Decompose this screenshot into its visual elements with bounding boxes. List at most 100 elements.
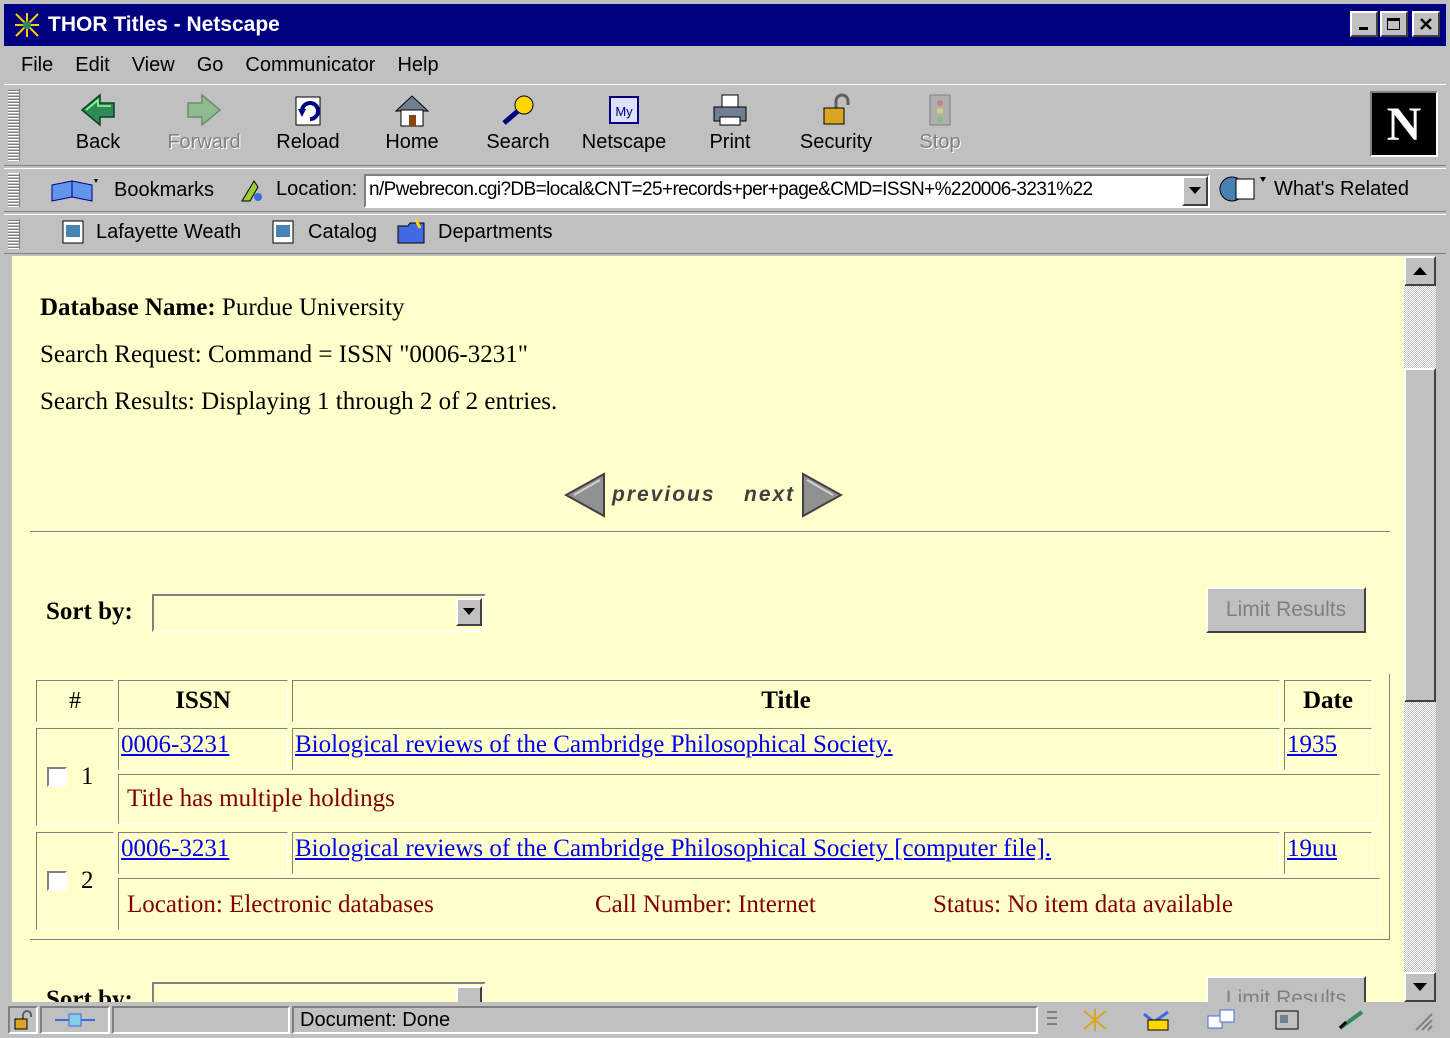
home-label: Home — [385, 131, 439, 153]
search-icon — [502, 95, 534, 125]
previous-link[interactable]: previous — [564, 472, 716, 518]
svg-text:My: My — [615, 104, 633, 119]
row-1-issn-link[interactable]: 0006-3231 — [121, 731, 229, 759]
limit-results-button[interactable]: Limit Results — [1206, 587, 1366, 633]
home-button[interactable]: Home — [362, 91, 462, 161]
scroll-up-button[interactable] — [1404, 256, 1436, 286]
stop-button[interactable]: Stop — [890, 91, 990, 161]
menu-communicator[interactable]: Communicator — [234, 54, 386, 77]
page-content: Database Name: Purdue University Search … — [12, 256, 1404, 1002]
toolbar-grip[interactable] — [8, 89, 20, 161]
security-status[interactable] — [8, 1006, 38, 1034]
row-2-status: Status: No item data available — [933, 891, 1233, 918]
netscape-button[interactable]: My Netscape — [574, 91, 674, 161]
next-link[interactable]: next — [744, 472, 844, 518]
sort-by-select-bottom[interactable] — [152, 982, 486, 1002]
component-bar-grip[interactable] — [1044, 1008, 1060, 1032]
row-2-title-link[interactable]: Biological reviews of the Cambridge Phil… — [295, 835, 1051, 863]
results-table: # ISSN Title Date 1 0006-3231 Biological… — [30, 674, 1390, 940]
forward-button[interactable]: Forward — [154, 91, 254, 161]
location-toolbar: Bookmarks Location: n/Pwebrecon.cgi?DB=l… — [4, 168, 1446, 212]
netscape-logo[interactable]: N — [1370, 91, 1438, 157]
reload-button[interactable]: Reload — [258, 91, 358, 161]
maximize-button[interactable] — [1380, 11, 1408, 37]
home-icon — [394, 95, 430, 127]
row-1-title-cell: Biological reviews of the Cambridge Phil… — [292, 728, 1280, 770]
menu-bar: File Edit View Go Communicator Help — [4, 48, 1446, 82]
row-1-date-cell: 1935 — [1284, 728, 1372, 770]
limit-results-button-bottom[interactable]: Limit Results — [1206, 976, 1366, 1002]
back-label: Back — [75, 131, 121, 153]
minimize-button[interactable] — [1350, 11, 1378, 37]
netscape-app-icon[interactable] — [12, 10, 42, 40]
menu-help[interactable]: Help — [386, 54, 449, 77]
print-button[interactable]: Print — [680, 91, 780, 161]
whats-related-button[interactable]: What's Related — [1218, 173, 1409, 205]
header-num: # — [36, 680, 114, 722]
location-dropdown-button[interactable] — [1182, 176, 1208, 206]
menu-file[interactable]: File — [10, 54, 64, 77]
padlock-icon — [14, 1010, 32, 1030]
sort-by-label: Sort by: — [46, 598, 133, 625]
header-date: Date — [1284, 680, 1372, 722]
bookmark-lafayette-weather[interactable]: Lafayette Weath — [62, 220, 241, 244]
bookmarks-icon — [51, 179, 98, 202]
composer-icon[interactable] — [1336, 1008, 1370, 1032]
reload-icon — [295, 96, 321, 126]
back-button[interactable]: Back — [48, 91, 148, 161]
row-2-date-link[interactable]: 19uu — [1287, 835, 1337, 863]
discussion-icon[interactable] — [1204, 1008, 1238, 1032]
sort-dropdown-button-bottom[interactable] — [456, 986, 482, 1002]
database-name-value: Purdue University — [221, 294, 405, 321]
left-triangle-icon — [564, 472, 605, 518]
scroll-down-button[interactable] — [1404, 972, 1436, 1002]
bookmarks-button[interactable]: Bookmarks — [48, 175, 214, 205]
arrow-up-icon — [1413, 267, 1427, 275]
netscape-label: Netscape — [581, 131, 667, 153]
sort-by-select[interactable] — [152, 594, 486, 632]
window-title: THOR Titles - Netscape — [48, 13, 280, 36]
row-1-issn-cell: 0006-3231 — [118, 728, 288, 770]
bookmark-catalog[interactable]: Catalog — [272, 220, 377, 244]
vertical-scrollbar[interactable] — [1404, 256, 1436, 1002]
mail-icon[interactable] — [1140, 1008, 1174, 1032]
component-bar — [1044, 1006, 1444, 1034]
close-button[interactable] — [1412, 11, 1440, 37]
row-1-date-link[interactable]: 1935 — [1287, 731, 1337, 759]
toolbar-grip[interactable] — [8, 219, 20, 249]
bookmark-label: Lafayette Weath — [96, 220, 242, 243]
scrollbar-thumb[interactable] — [1404, 368, 1436, 702]
menu-view[interactable]: View — [121, 54, 186, 77]
menu-go[interactable]: Go — [186, 54, 235, 77]
row-1-holdings-note: Title has multiple holdings — [127, 785, 395, 812]
row-1-note-cell: Title has multiple holdings — [118, 774, 1380, 824]
bookmark-departments[interactable]: Departments — [396, 218, 553, 246]
navigator-icon[interactable] — [1080, 1007, 1110, 1033]
stop-label: Stop — [919, 131, 961, 153]
location-url-field[interactable]: n/Pwebrecon.cgi?DB=local&CNT=25+records+… — [364, 174, 1210, 208]
reload-label: Reload — [276, 131, 340, 153]
resize-grip-icon[interactable] — [1412, 1010, 1434, 1032]
menu-edit[interactable]: Edit — [64, 54, 120, 77]
row-1-checkbox[interactable] — [47, 767, 67, 787]
sort-by-label-bottom: Sort by: — [46, 986, 133, 1002]
forward-label: Forward — [167, 131, 241, 153]
row-2-checkbox[interactable] — [47, 871, 67, 891]
row-2-call-number: Call Number: Internet — [595, 891, 816, 918]
status-bar: Document: Done — [4, 1004, 1446, 1036]
bookmark-label: Catalog — [308, 220, 377, 243]
security-button[interactable]: Security — [786, 91, 886, 161]
search-button[interactable]: Search — [468, 91, 568, 161]
row-2-number: 2 — [81, 867, 94, 894]
sort-dropdown-button[interactable] — [456, 598, 482, 626]
web-page-icon — [272, 220, 294, 244]
row-2-issn-link[interactable]: 0006-3231 — [121, 835, 229, 863]
toolbar-grip[interactable] — [8, 173, 20, 207]
location-icon[interactable] — [238, 177, 268, 205]
chevron-down-icon — [1189, 187, 1201, 194]
address-book-icon[interactable] — [1272, 1008, 1302, 1032]
status-text: Document: Done — [292, 1006, 1038, 1034]
bookmark-label: Departments — [438, 220, 553, 243]
row-1-title-link[interactable]: Biological reviews of the Cambridge Phil… — [295, 731, 893, 759]
connection-status[interactable] — [40, 1006, 110, 1034]
